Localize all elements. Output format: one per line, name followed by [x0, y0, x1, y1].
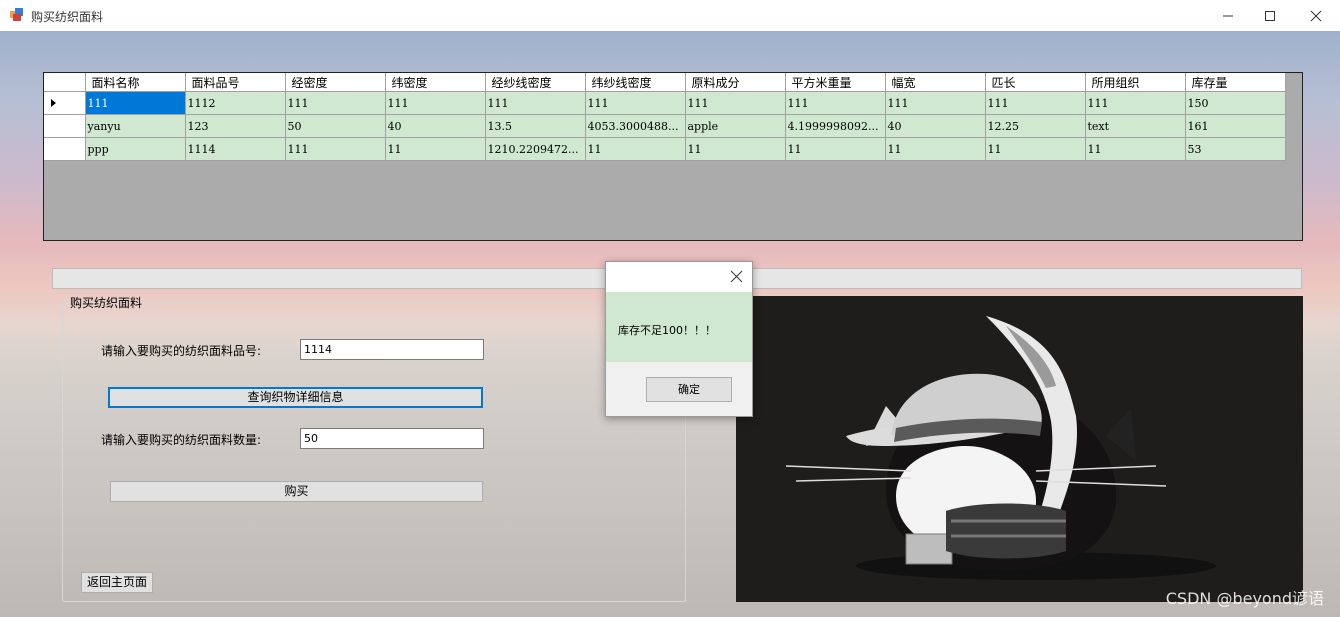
column-header[interactable]: 经纱线密度: [485, 73, 586, 92]
grid-cell[interactable]: 11: [585, 137, 686, 161]
grid-cell[interactable]: 111: [985, 91, 1086, 115]
grid-cell[interactable]: yanyu: [85, 114, 186, 138]
grid-cell[interactable]: 11: [685, 137, 786, 161]
grid-cell[interactable]: 123: [185, 114, 286, 138]
grid-cell[interactable]: 111: [885, 91, 986, 115]
grid-header-row: 面料名称 面料品号 经密度 纬密度 经纱线密度 纬纱线密度 原料成分 平方米重量…: [44, 73, 1286, 92]
maximize-button[interactable]: [1247, 0, 1293, 31]
grid-cell[interactable]: 111: [685, 91, 786, 115]
grid-cell[interactable]: 53: [1185, 137, 1286, 161]
column-header[interactable]: 纬纱线密度: [585, 73, 686, 92]
table-row[interactable]: ppp 1114 111 11 1210.2209472... 11 11 11…: [44, 137, 1286, 161]
grid-cell[interactable]: 111: [485, 91, 586, 115]
column-header[interactable]: 匹长: [985, 73, 1086, 92]
grid-cell[interactable]: 111: [785, 91, 886, 115]
quantity-label: 请输入要购买的纺织面料数量:: [101, 433, 262, 447]
grid-cell[interactable]: 111: [85, 91, 186, 115]
grid-cell[interactable]: 50: [285, 114, 386, 138]
close-icon: [1310, 10, 1322, 21]
column-header[interactable]: 平方米重量: [785, 73, 886, 92]
row-header[interactable]: [44, 137, 86, 161]
grid-cell[interactable]: 111: [285, 91, 386, 115]
grid-cell[interactable]: 11: [885, 137, 986, 161]
buy-button[interactable]: 购买: [110, 481, 483, 502]
minimize-button[interactable]: [1205, 0, 1251, 31]
row-header[interactable]: [44, 114, 86, 138]
close-icon[interactable]: [730, 270, 743, 283]
grid-cell[interactable]: 111: [385, 91, 486, 115]
grid-cell[interactable]: 150: [1185, 91, 1286, 115]
column-header[interactable]: 面料品号: [185, 73, 286, 92]
grid-cell[interactable]: 4.1999998092...: [785, 114, 886, 138]
column-header[interactable]: 原料成分: [685, 73, 786, 92]
grid-cell[interactable]: text: [1085, 114, 1186, 138]
grid-cell[interactable]: 11: [985, 137, 1086, 161]
back-to-main-button[interactable]: 返回主页面: [81, 572, 153, 593]
message-dialog: 库存不足100！！！ 确定: [605, 261, 753, 417]
grid-cell[interactable]: 11: [385, 137, 486, 161]
form-background: 面料名称 面料品号 经密度 纬密度 经纱线密度 纬纱线密度 原料成分 平方米重量…: [0, 31, 1340, 617]
item-number-label: 请输入要购买的纺织面料品号:: [101, 344, 262, 358]
octocat-illustration: [785, 316, 1216, 580]
column-header[interactable]: 面料名称: [85, 73, 186, 92]
close-button[interactable]: [1293, 0, 1339, 31]
ok-button[interactable]: 确定: [646, 377, 732, 402]
row-header-corner: [44, 73, 86, 92]
current-row-arrow-icon: [51, 99, 56, 107]
dialog-title-bar: [606, 262, 752, 292]
app-icon: [10, 8, 23, 21]
app-window: 购买纺织面料 面料名称 面料品号 经密度 纬密度 经纱线密度 纬纱线密度 原料成…: [0, 0, 1340, 617]
table-row[interactable]: yanyu 123 50 40 13.5 4053.3000488... app…: [44, 114, 1286, 138]
grid-cell[interactable]: 1112: [185, 91, 286, 115]
grid-cell[interactable]: ppp: [85, 137, 186, 161]
watermark: CSDN @beyond谚语: [1165, 589, 1324, 608]
item-number-input[interactable]: 1114: [300, 339, 484, 360]
grid-cell[interactable]: 1114: [185, 137, 286, 161]
table-row[interactable]: 111 1112 111 111 111 111 111 111 111 111…: [44, 91, 1286, 115]
grid-cell[interactable]: 111: [1085, 91, 1186, 115]
column-header[interactable]: 经密度: [285, 73, 386, 92]
grid-cell[interactable]: 13.5: [485, 114, 586, 138]
grid-cell[interactable]: 12.25: [985, 114, 1086, 138]
query-details-button[interactable]: 查询织物详细信息: [108, 387, 483, 408]
row-header-selected[interactable]: [44, 91, 86, 115]
grid-cell[interactable]: 40: [385, 114, 486, 138]
dialog-message: 库存不足100！！！: [618, 324, 716, 337]
dialog-message-area: 库存不足100！！！: [606, 292, 752, 362]
cat-picture: [736, 296, 1303, 602]
grid-cell[interactable]: 11: [785, 137, 886, 161]
grid-cell[interactable]: 1210.2209472...: [485, 137, 586, 161]
grid-table: 面料名称 面料品号 经密度 纬密度 经纱线密度 纬纱线密度 原料成分 平方米重量…: [44, 73, 1286, 161]
grid-cell[interactable]: apple: [685, 114, 786, 138]
column-header[interactable]: 所用组织: [1085, 73, 1186, 92]
grid-cell[interactable]: 111: [285, 137, 386, 161]
grid-cell[interactable]: 4053.3000488...: [585, 114, 686, 138]
groupbox-title: 购买纺织面料: [70, 296, 143, 310]
window-title: 购买纺织面料: [31, 10, 104, 24]
column-header[interactable]: 纬密度: [385, 73, 486, 92]
grid-cell[interactable]: 11: [1085, 137, 1186, 161]
column-header[interactable]: 库存量: [1185, 73, 1286, 92]
maximize-icon: [1265, 10, 1275, 21]
column-header[interactable]: 幅宽: [885, 73, 986, 92]
quantity-input[interactable]: 50: [300, 428, 484, 449]
minimize-icon: [1223, 15, 1233, 16]
grid-cell[interactable]: 40: [885, 114, 986, 138]
title-bar: 购买纺织面料: [0, 0, 1340, 32]
grid-cell[interactable]: 161: [1185, 114, 1286, 138]
fabric-data-grid[interactable]: 面料名称 面料品号 经密度 纬密度 经纱线密度 纬纱线密度 原料成分 平方米重量…: [43, 72, 1303, 241]
grid-cell[interactable]: 111: [585, 91, 686, 115]
